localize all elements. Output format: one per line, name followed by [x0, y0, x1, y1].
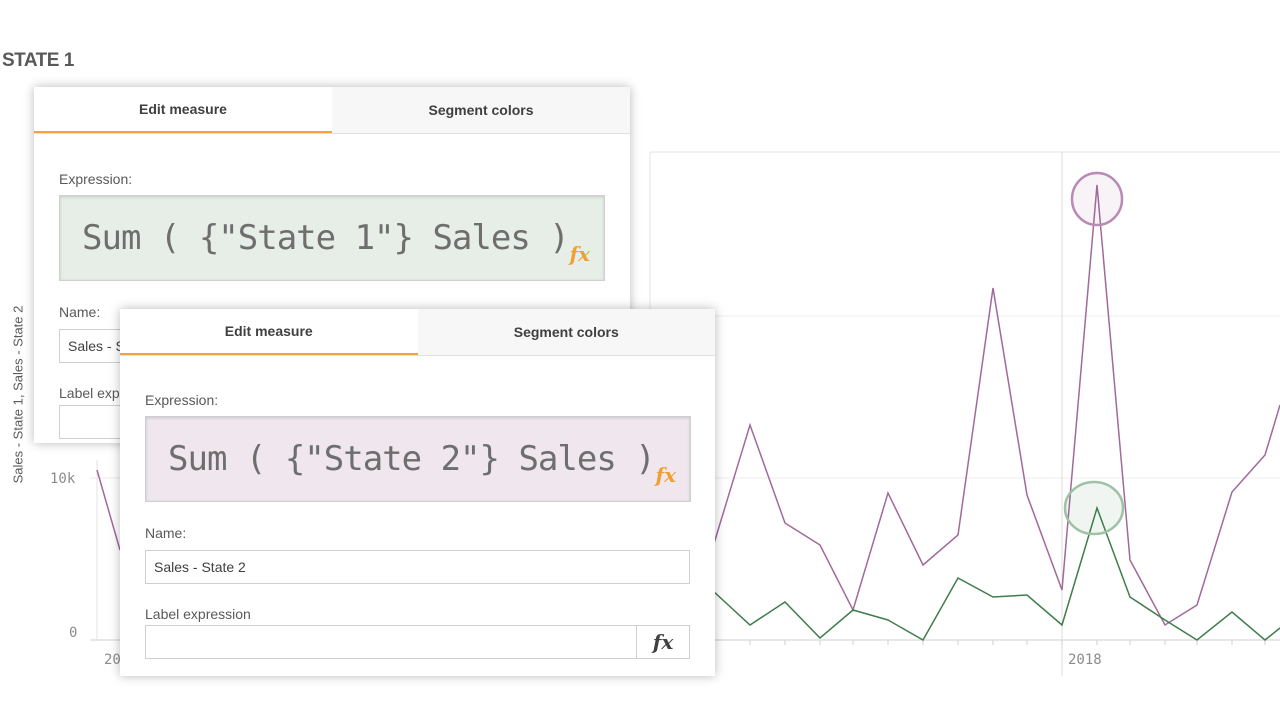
name-value: Sales - S	[68, 338, 125, 354]
fx-button[interactable]: fx	[636, 626, 689, 658]
peak-marker	[1063, 480, 1125, 536]
label-expression-label: Label expression	[145, 606, 251, 622]
series-line	[711, 184, 1280, 627]
fx-icon[interactable]: fx	[655, 463, 676, 487]
tab-segment-colors[interactable]: Segment colors	[332, 87, 630, 133]
panel-tabs: Edit measure Segment colors	[120, 309, 715, 356]
series-line	[96, 469, 121, 551]
name-label: Name:	[59, 304, 101, 320]
expression-text: Sum ( {"State 2"} Sales )	[168, 439, 656, 479]
y-tick-label: 10k	[50, 471, 76, 487]
y-tick-label: 0	[69, 625, 78, 641]
name-label: Name:	[145, 525, 187, 541]
expression-label: Expression:	[145, 392, 219, 408]
y-axis-title: Sales - State 1, Sales - State 2	[10, 305, 26, 484]
fx-icon[interactable]: fx	[569, 242, 590, 266]
edit-measure-panel-state2: Edit measure Segment colors Expression: …	[120, 309, 715, 676]
x-tick-label: 2018	[1068, 652, 1102, 668]
expression-field[interactable]: Sum ( {"State 2"} Sales ) fx	[145, 416, 691, 502]
peak-marker	[1070, 171, 1124, 227]
x-tick-label: 20	[104, 652, 121, 668]
tab-edit-measure[interactable]: Edit measure	[120, 309, 418, 355]
tab-edit-measure[interactable]: Edit measure	[34, 87, 332, 133]
label-expression-label: Label exp	[59, 385, 120, 401]
series-line	[711, 505, 1280, 642]
label-expression-input[interactable]: fx	[145, 625, 690, 659]
tab-segment-colors[interactable]: Segment colors	[417, 309, 715, 355]
name-value: Sales - State 2	[154, 559, 246, 575]
expression-label: Expression:	[59, 171, 133, 187]
panel-tabs: Edit measure Segment colors	[34, 87, 630, 134]
expression-field[interactable]: Sum ( {"State 1"} Sales ) fx	[59, 195, 605, 281]
name-input[interactable]: Sales - State 2	[145, 550, 690, 584]
expression-text: Sum ( {"State 1"} Sales )	[82, 218, 570, 258]
